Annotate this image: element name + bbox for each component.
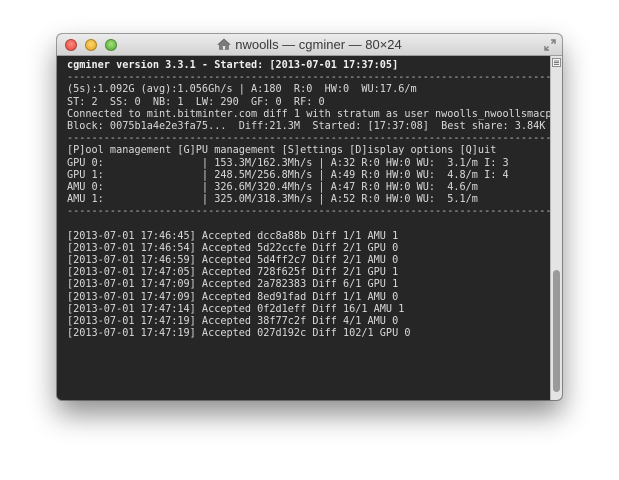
terminal-window: nwoolls — cgminer — 80×24 cgminer versio… (57, 34, 562, 400)
fullscreen-icon[interactable] (544, 39, 556, 51)
command-menu: [P]ool management [G]PU management [S]et… (67, 145, 497, 157)
log-line: [2013-07-01 17:47:09] Accepted 2a782383 … (67, 279, 399, 291)
connection-info: Connected to mint.bitminter.com diff 1 w… (67, 108, 550, 120)
title-bar[interactable]: nwoolls — cgminer — 80×24 (57, 34, 562, 56)
scrollbar-thumb[interactable] (553, 270, 560, 392)
separator: ----------------------------------------… (67, 206, 550, 218)
home-icon (217, 38, 231, 50)
vertical-scrollbar[interactable] (550, 56, 562, 400)
log-line: [2013-07-01 17:47:19] Accepted 027d192c … (67, 328, 411, 340)
window-title-container: nwoolls — cgminer — 80×24 (57, 34, 562, 56)
device-row-gpu-0: GPU 0: | 153.3M/162.3Mh/s | A:32 R:0 HW:… (67, 157, 509, 169)
separator: ----------------------------------------… (67, 133, 550, 145)
separator: ----------------------------------------… (67, 72, 550, 84)
log-line: [2013-07-01 17:46:54] Accepted 5d22ccfe … (67, 242, 399, 254)
device-row-gpu-1: GPU 1: | 248.5M/256.8Mh/s | A:49 R:0 HW:… (67, 169, 509, 181)
log-line: [2013-07-01 17:47:14] Accepted 0f2d1eff … (67, 303, 405, 315)
version-header: cgminer version 3.3.1 - Started: [2013-0… (67, 60, 399, 71)
terminal-output[interactable]: cgminer version 3.3.1 - Started: [2013-0… (57, 56, 550, 400)
window-title: nwoolls — cgminer — 80×24 (235, 37, 402, 52)
log-line: [2013-07-01 17:47:05] Accepted 728f625f … (67, 267, 399, 279)
list-icon[interactable] (552, 58, 561, 67)
log-line: [2013-07-01 17:46:59] Accepted 5d4ff2c7 … (67, 255, 399, 266)
hashrate-stats: (5s):1.092G (avg):1.056Gh/s | A:180 R:0 … (67, 84, 417, 96)
device-row-amu-0: AMU 0: | 326.6M/320.4Mh/s | A:47 R:0 HW:… (67, 181, 478, 193)
log-line: [2013-07-01 17:46:45] Accepted dcc8a88b … (67, 230, 399, 242)
share-stats: ST: 2 SS: 0 NB: 1 LW: 290 GF: 0 RF: 0 (67, 96, 325, 108)
log-line: [2013-07-01 17:47:19] Accepted 38f77c2f … (67, 315, 399, 327)
device-row-amu-1: AMU 1: | 325.0M/318.3Mh/s | A:52 R:0 HW:… (67, 194, 478, 206)
block-info: Block: 0075b1a4e2e3fa75... Diff:21.3M St… (67, 120, 546, 132)
log-line: [2013-07-01 17:47:09] Accepted 8ed91fad … (67, 291, 399, 303)
